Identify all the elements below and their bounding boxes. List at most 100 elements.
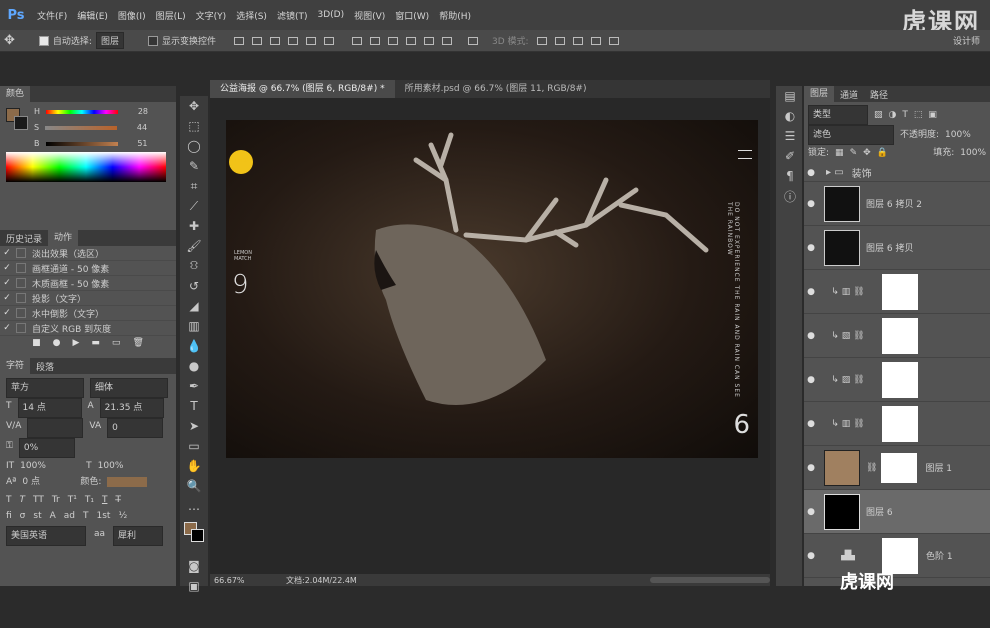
eraser-tool-icon[interactable]: ◢ xyxy=(180,296,208,316)
pen-tool-icon[interactable]: ✒ xyxy=(180,376,208,396)
check-icon[interactable]: ✓ xyxy=(0,263,14,273)
3d-scale-icon[interactable] xyxy=(608,36,619,45)
visibility-eye-icon[interactable]: ● xyxy=(804,199,818,209)
layer-name[interactable]: 图层 6 xyxy=(866,505,893,518)
all-caps-button[interactable]: TT xyxy=(33,492,44,508)
layer-row[interactable]: ● ↳ ▥ ⛓ xyxy=(804,270,990,314)
check-icon[interactable]: ✓ xyxy=(0,278,14,288)
new-set-icon[interactable]: ▬ xyxy=(91,338,100,348)
tab-layers[interactable]: 图层 xyxy=(804,86,835,102)
tab-paragraph[interactable]: 段落 xyxy=(30,360,60,373)
blend-mode-dropdown[interactable]: 滤色 xyxy=(808,125,894,145)
marquee-tool-icon[interactable]: ⬚ xyxy=(180,116,208,136)
lock-all-icon[interactable]: 🔒 xyxy=(877,145,888,161)
new-action-icon[interactable]: ▭ xyxy=(112,338,121,348)
visibility-eye-icon[interactable]: ● xyxy=(804,463,818,473)
layer-row[interactable]: ● ↳ ▨ ⛓ xyxy=(804,358,990,402)
tab-character[interactable]: 字符 xyxy=(0,358,31,374)
distribute-top-icon[interactable] xyxy=(351,36,362,45)
distribute-left-icon[interactable] xyxy=(405,36,416,45)
lock-transparent-icon[interactable]: ▦ xyxy=(835,145,844,161)
align-middle-icon[interactable] xyxy=(251,36,262,45)
styles-panel-icon[interactable]: ☰ xyxy=(776,126,804,146)
check-icon[interactable]: ✓ xyxy=(0,293,14,303)
visibility-eye-icon[interactable]: ● xyxy=(804,243,818,253)
filter-pixel-icon[interactable]: ▨ xyxy=(874,107,883,123)
align-top-icon[interactable] xyxy=(233,36,244,45)
properties-panel-icon[interactable]: ▤ xyxy=(776,86,804,106)
more-tools-icon[interactable]: … xyxy=(180,496,208,516)
fractions-button[interactable]: ½ xyxy=(118,508,127,524)
text-color-swatch[interactable] xyxy=(107,477,148,487)
auto-select-checkbox[interactable] xyxy=(38,35,49,46)
opacity-field[interactable]: 100% xyxy=(945,127,971,143)
visibility-eye-icon[interactable]: ● xyxy=(804,375,818,385)
stop-icon[interactable]: ■ xyxy=(32,338,41,348)
zoom-tool-icon[interactable]: 🔍 xyxy=(180,476,208,496)
history-brush-icon[interactable]: ↺ xyxy=(180,276,208,296)
font-size-field[interactable]: 14 点 xyxy=(17,398,82,418)
show-transform-checkbox[interactable] xyxy=(147,35,158,46)
quick-select-tool-icon[interactable]: ✎ xyxy=(180,156,208,176)
antialias-dropdown[interactable]: 犀利 xyxy=(113,526,164,546)
ligature-button[interactable]: fi xyxy=(6,508,12,524)
move-tool-icon[interactable]: ✥ xyxy=(180,96,208,116)
play-icon[interactable]: ▶ xyxy=(72,338,79,348)
alternates-button[interactable]: σ xyxy=(20,508,26,524)
layer-name[interactable]: 装饰 xyxy=(852,165,872,180)
small-caps-button[interactable]: Tr xyxy=(52,492,60,508)
layer-row[interactable]: ● ↳ ▧ ⛓ xyxy=(804,314,990,358)
check-icon[interactable]: ✓ xyxy=(0,323,14,333)
adjustments-panel-icon[interactable]: ◐ xyxy=(776,106,804,126)
auto-align-icon[interactable] xyxy=(467,36,478,45)
swash-button[interactable]: A xyxy=(50,508,56,524)
menu-type[interactable]: 文字(Y) xyxy=(191,9,232,22)
paragraph-panel-icon[interactable]: ¶ xyxy=(776,166,804,186)
poster-canvas[interactable]: LEMON LEMON MATCH 9 6 DO NOT EXPERIENCE … xyxy=(226,120,758,458)
layer-name[interactable]: 图层 1 xyxy=(925,461,952,474)
tab-document-assets[interactable]: 所用素材.psd @ 66.7% (图层 11, RGB/8#) xyxy=(395,80,597,98)
quick-mask-icon[interactable]: ◙ xyxy=(180,556,208,576)
horizontal-scale-field[interactable]: 100% xyxy=(98,458,138,474)
lasso-tool-icon[interactable]: ◯ xyxy=(180,136,208,156)
stamp-tool-icon[interactable]: ⛻ xyxy=(180,256,208,276)
visibility-eye-icon[interactable]: ● xyxy=(804,287,818,297)
visibility-eye-icon[interactable]: ● xyxy=(804,168,818,178)
vertical-scale-field[interactable]: 100% xyxy=(20,458,80,474)
menu-help[interactable]: 帮助(H) xyxy=(434,9,476,22)
baseline-shift-field[interactable]: 0 点 xyxy=(22,474,74,490)
visibility-eye-icon[interactable]: ● xyxy=(804,507,818,517)
stylistic-button[interactable]: ad xyxy=(64,508,75,524)
check-icon[interactable]: ✓ xyxy=(0,308,14,318)
layer-name[interactable]: 图层 6 拷贝 xyxy=(866,241,913,254)
distribute-middle-icon[interactable] xyxy=(369,36,380,45)
trash-icon[interactable]: 🗑 xyxy=(132,338,143,348)
menu-view[interactable]: 视图(V) xyxy=(349,9,390,22)
move-tool-icon[interactable]: ✥ xyxy=(4,33,15,48)
kerning-field[interactable] xyxy=(27,418,84,438)
menu-select[interactable]: 选择(S) xyxy=(231,9,272,22)
layer-row[interactable]: ● 图层 6 拷贝 2 xyxy=(804,182,990,226)
gradient-tool-icon[interactable]: ▥ xyxy=(180,316,208,336)
layer-row-selected[interactable]: ● 图层 6 xyxy=(804,490,990,534)
tab-history[interactable]: 历史记录 xyxy=(0,232,48,245)
layer-name[interactable]: 图层 6 拷贝 2 xyxy=(866,197,922,210)
align-left-icon[interactable] xyxy=(287,36,298,45)
color-spectrum[interactable] xyxy=(6,152,166,182)
strikethrough-button[interactable]: T̶ xyxy=(115,492,121,508)
screen-mode-icon[interactable]: ▣ xyxy=(180,576,208,596)
background-swatch[interactable] xyxy=(14,116,28,130)
distribute-right-icon[interactable] xyxy=(441,36,452,45)
auto-select-dropdown[interactable]: 图层 xyxy=(95,32,124,49)
discretionary-button[interactable]: st xyxy=(33,508,41,524)
tab-document-poster[interactable]: 公益海报 @ 66.7% (图层 6, RGB/8#) * xyxy=(210,80,395,98)
tab-paths[interactable]: 路径 xyxy=(864,88,894,101)
ordinals-button[interactable]: 1st xyxy=(97,508,111,524)
menu-file[interactable]: 文件(F) xyxy=(32,9,72,22)
faux-bold-button[interactable]: T xyxy=(6,492,12,508)
menu-edit[interactable]: 编辑(E) xyxy=(72,9,113,22)
3d-pan-icon[interactable] xyxy=(572,36,583,45)
list-item[interactable]: ✓ 水中倒影（文字） xyxy=(0,306,176,321)
tracking-field[interactable]: 0 xyxy=(107,418,164,438)
visibility-eye-icon[interactable]: ● xyxy=(804,551,818,561)
